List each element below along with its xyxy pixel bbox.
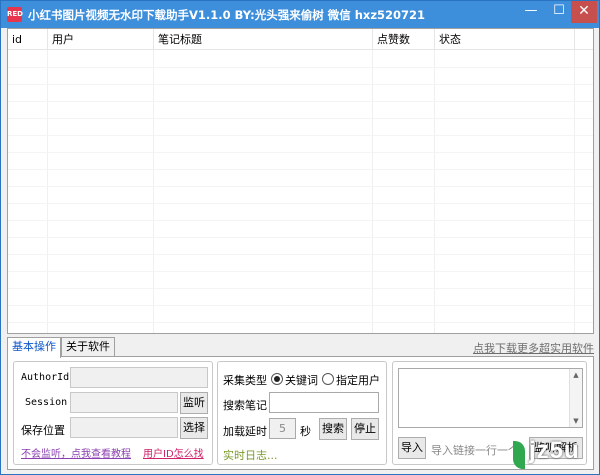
table-row-divider	[8, 101, 593, 102]
window-title: 小红书图片视频无水印下载助手V1.1.0 BY:光头强来偷树 微信 hxz520…	[28, 8, 426, 22]
load-delay-label: 加载延时	[223, 425, 267, 438]
download-more-link[interactable]: 点我下载更多超实用软件	[473, 340, 594, 356]
column-divider	[435, 50, 575, 333]
import-hint: 导入链接一行一个	[431, 444, 519, 457]
results-table[interactable]: id 用户 笔记标题 点赞数 状态	[7, 28, 594, 334]
table-row-divider	[8, 288, 593, 289]
tab-about-software[interactable]: 关于软件	[61, 337, 115, 357]
minimize-button[interactable]: —	[517, 1, 545, 23]
column-divider	[154, 50, 373, 333]
table-row-divider	[8, 67, 593, 68]
basic-operations-panel: AuthorId Session 监听 保存位置 选择 不会监听，点我查看教程 …	[7, 356, 594, 470]
listen-button[interactable]: 监听	[180, 392, 208, 414]
table-row-divider	[8, 254, 593, 255]
tutorial-link[interactable]: 不会监听，点我查看教程	[21, 445, 131, 460]
table-row-divider	[8, 220, 593, 221]
save-location-field[interactable]	[70, 417, 178, 438]
leaf-logo-icon	[513, 441, 525, 469]
table-row-divider	[8, 135, 593, 136]
collect-type-label: 采集类型	[223, 374, 267, 387]
column-header-user[interactable]: 用户	[48, 29, 154, 50]
save-location-label: 保存位置	[21, 424, 65, 437]
close-button[interactable]: ✕	[571, 1, 597, 23]
search-button[interactable]: 搜索	[319, 418, 347, 440]
keyword-radio[interactable]	[271, 373, 283, 385]
scroll-up-icon[interactable]: ▲	[570, 370, 582, 380]
userid-help-link[interactable]: 用户ID怎么找	[143, 445, 204, 460]
column-header-title[interactable]: 笔记标题	[154, 29, 373, 50]
scroll-down-icon[interactable]: ▼	[570, 416, 582, 426]
import-links-textarea[interactable]: ▲ ▼	[398, 368, 583, 428]
app-logo-icon: RED	[7, 7, 23, 22]
table-row-divider	[8, 152, 593, 153]
delay-unit-label: 秒	[300, 425, 311, 438]
column-divider	[373, 50, 435, 333]
specified-user-radio-label[interactable]: 指定用户	[336, 372, 380, 388]
authorid-label: AuthorId	[21, 372, 70, 383]
tab-basic-operations[interactable]: 基本操作	[7, 337, 61, 358]
authorid-field[interactable]	[70, 367, 208, 388]
table-header: id 用户 笔记标题 点赞数 状态	[8, 29, 593, 50]
column-header-likes[interactable]: 点赞数	[373, 29, 435, 50]
table-row-divider	[8, 186, 593, 187]
column-divider	[8, 50, 48, 333]
specified-user-radio[interactable]	[322, 373, 334, 385]
realtime-log-label: 实时日志...	[223, 449, 278, 462]
table-row-divider	[8, 203, 593, 204]
site-watermark: jz5u	[513, 437, 595, 473]
table-row-divider	[8, 271, 593, 272]
stop-button[interactable]: 停止	[351, 418, 379, 440]
column-header-status[interactable]: 状态	[435, 29, 575, 50]
column-header-id[interactable]: id	[8, 29, 48, 50]
session-field[interactable]	[70, 392, 178, 413]
session-label: Session	[25, 397, 68, 408]
collect-group: 采集类型 关键词 指定用户 搜索笔记 加载延时 5 秒 搜索 停止 实时日志..…	[217, 361, 387, 465]
keyword-radio-label[interactable]: 关键词	[285, 372, 318, 388]
app-window: RED 小红书图片视频无水印下载助手V1.1.0 BY:光头强来偷树 微信 hx…	[0, 0, 600, 475]
column-divider	[48, 50, 154, 333]
table-row-divider	[8, 84, 593, 85]
table-row-divider	[8, 305, 593, 306]
watermark-text: jz5u	[529, 437, 580, 464]
account-group: AuthorId Session 监听 保存位置 选择 不会监听，点我查看教程 …	[13, 361, 213, 465]
textarea-scrollbar[interactable]: ▲ ▼	[569, 369, 582, 427]
title-bar[interactable]: RED 小红书图片视频无水印下载助手V1.1.0 BY:光头强来偷树 微信 hx…	[1, 1, 599, 28]
maximize-button[interactable]: ☐	[545, 1, 573, 23]
choose-folder-button[interactable]: 选择	[180, 417, 208, 439]
table-row-divider	[8, 322, 593, 323]
delay-spinner[interactable]: 5	[269, 418, 296, 439]
search-notes-label: 搜索笔记	[223, 399, 267, 412]
table-row-divider	[8, 118, 593, 119]
table-row-divider	[8, 237, 593, 238]
search-notes-input[interactable]	[269, 392, 379, 413]
import-button[interactable]: 导入	[398, 437, 426, 459]
table-row-divider	[8, 169, 593, 170]
